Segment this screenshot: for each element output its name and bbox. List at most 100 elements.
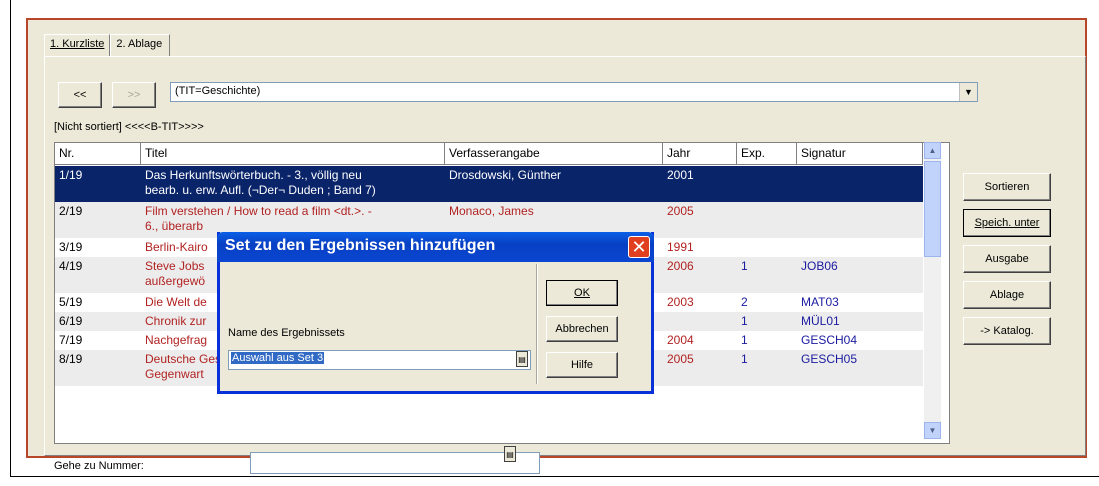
- query-combo[interactable]: (TIT=Geschichte) ▼: [170, 82, 978, 102]
- cell-nr-text: 1/19: [59, 168, 83, 182]
- cell-titel-text: Film verstehen / How to read a film <dt.…: [145, 204, 372, 218]
- speich-unter-label: Speich. unter: [974, 217, 1040, 229]
- cell-exp: 1: [737, 331, 797, 350]
- cell-nr: 8/19: [55, 350, 141, 386]
- close-icon[interactable]: ✕: [628, 236, 650, 258]
- table-header: Nr. Titel Verfasserangabe Jahr Exp. Sign…: [55, 143, 949, 165]
- prev-button[interactable]: <<: [58, 82, 102, 108]
- sortieren-label: Sortieren: [984, 181, 1030, 193]
- col-header-jahr[interactable]: Jahr: [663, 143, 737, 165]
- field-picker-icon[interactable]: ▤: [516, 351, 528, 367]
- cell-nr: 2/19: [55, 202, 141, 238]
- ablage-label: Ablage: [989, 289, 1025, 301]
- dropdown-arrow-icon[interactable]: ▼: [959, 83, 977, 101]
- tab-ablage[interactable]: 2. Ablage: [110, 34, 171, 56]
- cell-exp: 1: [737, 312, 797, 331]
- result-set-name-input[interactable]: Auswahl aus Set 3: [228, 350, 531, 370]
- cell-verf-text: Drosdowski, Günther: [449, 168, 562, 182]
- cell-nr-text: 6/19: [59, 314, 83, 328]
- cell-jahr-text: 2003: [667, 295, 694, 309]
- cell-jahr-text: 2005: [667, 352, 694, 366]
- cancel-button[interactable]: Abbrechen: [546, 316, 618, 342]
- cell-nr: 1/19: [55, 166, 141, 202]
- help-button[interactable]: Hilfe: [546, 352, 618, 378]
- result-set-name-value: Auswahl aus Set 3: [231, 352, 325, 364]
- cell-titel: Das Herkunftswörterbuch. - 3., völlig ne…: [141, 166, 445, 202]
- cell-sig: JOB06: [797, 257, 923, 293]
- cell-jahr: 2005: [663, 202, 737, 238]
- cell-exp: [737, 166, 797, 202]
- col-header-exp[interactable]: Exp.: [737, 143, 797, 165]
- cell-nr-text: 4/19: [59, 259, 83, 273]
- cell-jahr: 2006: [663, 257, 737, 293]
- cell-sig: GESCH04: [797, 331, 923, 350]
- dialog-title: Set zu den Ergebnissen hinzufügen: [225, 237, 496, 254]
- cell-sig-text: MÜL01: [801, 314, 840, 328]
- cell-sig-text: MAT03: [801, 295, 839, 309]
- cell-jahr: [663, 312, 737, 331]
- cell-exp-text: 2: [741, 295, 748, 309]
- ablage-button[interactable]: Ablage: [963, 281, 1051, 309]
- cell-jahr: 2003: [663, 293, 737, 312]
- cell-nr-text: 2/19: [59, 204, 83, 218]
- add-set-dialog: Set zu den Ergebnissen hinzufügen ✕ Name…: [217, 232, 654, 394]
- cell-sig: MÜL01: [797, 312, 923, 331]
- cell-jahr: 2001: [663, 166, 737, 202]
- tab-strip: 1. Kurzliste 2. Ablage: [44, 34, 171, 56]
- cell-nr-text: 7/19: [59, 333, 83, 347]
- ausgabe-button[interactable]: Ausgabe: [963, 245, 1051, 273]
- scroll-down-icon[interactable]: ▼: [924, 422, 941, 439]
- cell-sig-text: GESCH04: [801, 333, 858, 347]
- cell-titel-text-line2: bearb. u. erw. Aufl. (¬Der¬ Duden ; Band…: [145, 183, 376, 197]
- speich-unter-button[interactable]: Speich. unter: [963, 209, 1051, 237]
- scroll-up-icon[interactable]: ▲: [924, 142, 941, 159]
- scroll-thumb[interactable]: [924, 161, 941, 257]
- tab-kurzliste-label: 1. Kurzliste: [50, 38, 105, 50]
- katalog-button[interactable]: -> Katalog.: [963, 317, 1051, 345]
- goto-input[interactable]: [250, 452, 540, 474]
- dialog-titlebar: Set zu den Ergebnissen hinzufügen ✕: [217, 232, 654, 262]
- katalog-label: -> Katalog.: [980, 325, 1034, 337]
- cell-sig: [797, 202, 923, 238]
- cell-sig: [797, 238, 923, 257]
- col-header-titel[interactable]: Titel: [141, 143, 445, 165]
- cell-exp: 1: [737, 350, 797, 386]
- cell-nr: 4/19: [55, 257, 141, 293]
- cell-jahr-text: 2004: [667, 333, 694, 347]
- cell-jahr-text: 2001: [667, 168, 694, 182]
- goto-label: Gehe zu Nummer:: [54, 460, 144, 472]
- col-header-verfasser[interactable]: Verfasserangabe: [445, 143, 663, 165]
- cell-jahr-text: 1991: [667, 240, 694, 254]
- cell-exp: 1: [737, 257, 797, 293]
- sortieren-button[interactable]: Sortieren: [963, 173, 1051, 201]
- cell-jahr-text: 2005: [667, 204, 694, 218]
- cell-nr-text: 3/19: [59, 240, 83, 254]
- cell-sig: GESCH05: [797, 350, 923, 386]
- dialog-field-label: Name des Ergebnissets: [228, 327, 345, 339]
- cell-exp: 2: [737, 293, 797, 312]
- table-scrollbar[interactable]: ▲ ▼: [924, 142, 941, 439]
- cell-nr: 5/19: [55, 293, 141, 312]
- cell-titel-text: Das Herkunftswörterbuch. - 3., völlig ne…: [145, 168, 362, 182]
- sort-info: [Nicht sortiert] <<<<B-TIT>>>>: [54, 121, 204, 133]
- goto-picker-icon[interactable]: ▤: [504, 446, 516, 462]
- next-button[interactable]: >>: [112, 82, 156, 108]
- ok-button[interactable]: OK: [546, 280, 618, 306]
- cell-nr: 3/19: [55, 238, 141, 257]
- cell-exp-text: 1: [741, 314, 748, 328]
- help-label: Hilfe: [570, 359, 593, 371]
- cell-jahr-text: 2006: [667, 259, 694, 273]
- col-header-nr[interactable]: Nr.: [55, 143, 141, 165]
- cell-nr: 6/19: [55, 312, 141, 331]
- cell-exp: [737, 202, 797, 238]
- cell-exp-text: 1: [741, 352, 748, 366]
- dialog-separator: [536, 264, 538, 384]
- cell-verf: Drosdowski, Günther: [445, 166, 663, 202]
- cell-nr-text: 5/19: [59, 295, 83, 309]
- cell-exp-text: 1: [741, 333, 748, 347]
- cell-sig: MAT03: [797, 293, 923, 312]
- col-header-signatur[interactable]: Signatur: [797, 143, 923, 165]
- table-row[interactable]: 1/19 Das Herkunftswörterbuch. - 3., völli…: [55, 166, 923, 202]
- tab-kurzliste[interactable]: 1. Kurzliste: [44, 34, 111, 56]
- cancel-label: Abbrechen: [555, 323, 609, 335]
